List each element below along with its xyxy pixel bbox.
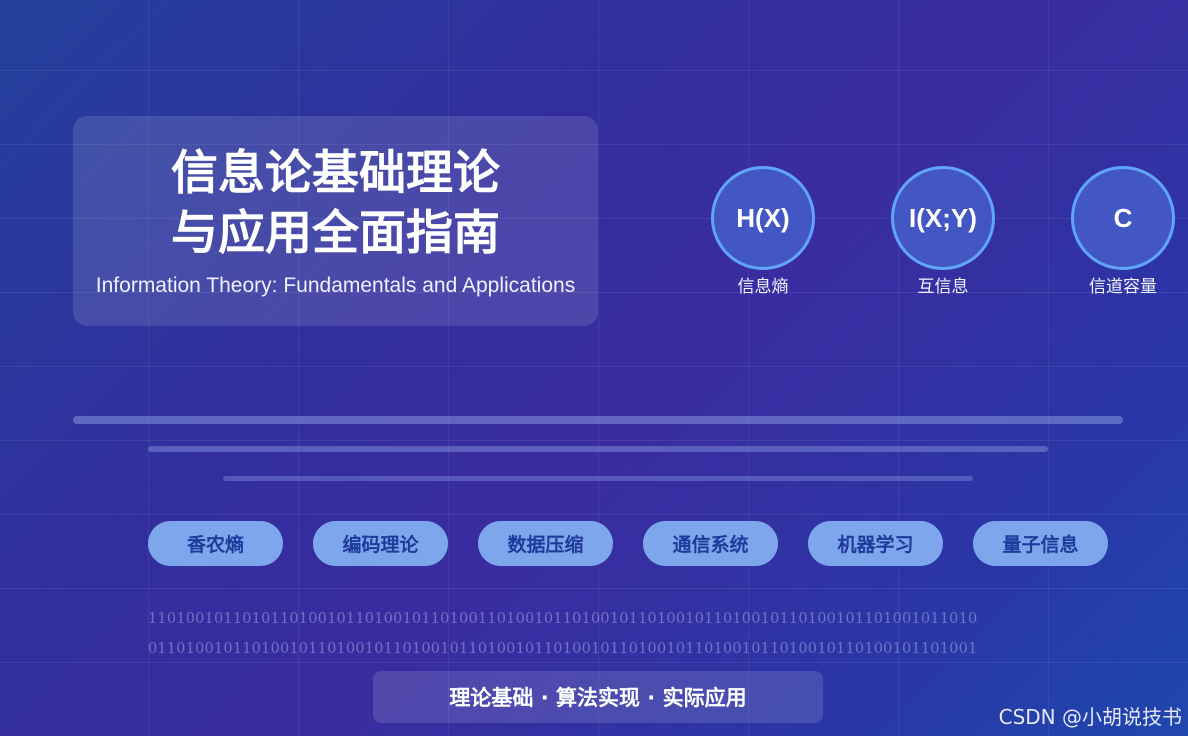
tag-data-compression: 数据压缩 bbox=[478, 521, 613, 566]
tag-communication-systems: 通信系统 bbox=[643, 521, 778, 566]
decorative-bar-2 bbox=[148, 446, 1048, 452]
tag-machine-learning: 机器学习 bbox=[808, 521, 943, 566]
title-line-1: 信息论基础理论 bbox=[171, 146, 500, 201]
binary-line-2: 0110100101101001011010010110100101101001… bbox=[148, 641, 978, 657]
concept-label: 信道容量 bbox=[1089, 277, 1157, 297]
page-subtitle: Information Theory: Fundamentals and App… bbox=[95, 274, 576, 297]
concept-entropy: H(X) 信息熵 bbox=[708, 166, 818, 297]
concept-circle: C bbox=[1071, 166, 1175, 270]
tag-coding-theory: 编码理论 bbox=[313, 521, 448, 566]
decorative-bar-3 bbox=[223, 476, 973, 481]
page-title: 信息论基础理论 与应用全面指南 bbox=[73, 144, 598, 264]
concept-circle: H(X) bbox=[711, 166, 815, 270]
concept-label: 互信息 bbox=[917, 277, 969, 297]
concept-label: 信息熵 bbox=[737, 277, 789, 297]
concept-mutual-information: I(X;Y) 互信息 bbox=[888, 166, 998, 297]
concept-circle: I(X;Y) bbox=[891, 166, 995, 270]
title-line-2: 与应用全面指南 bbox=[171, 206, 500, 261]
footer-text: 理论基础 · 算法实现 · 实际应用 bbox=[449, 686, 747, 710]
binary-line-1: 1101001011010110100101101001011010011010… bbox=[148, 611, 978, 627]
concept-channel-capacity: C 信道容量 bbox=[1068, 166, 1178, 297]
decorative-bar-1 bbox=[73, 416, 1123, 424]
tag-shannon-entropy: 香农熵 bbox=[148, 521, 283, 566]
footer-banner: 理论基础 · 算法实现 · 实际应用 bbox=[373, 671, 823, 723]
watermark: CSDN @小胡说技书 bbox=[998, 705, 1182, 729]
tag-quantum-information: 量子信息 bbox=[973, 521, 1108, 566]
